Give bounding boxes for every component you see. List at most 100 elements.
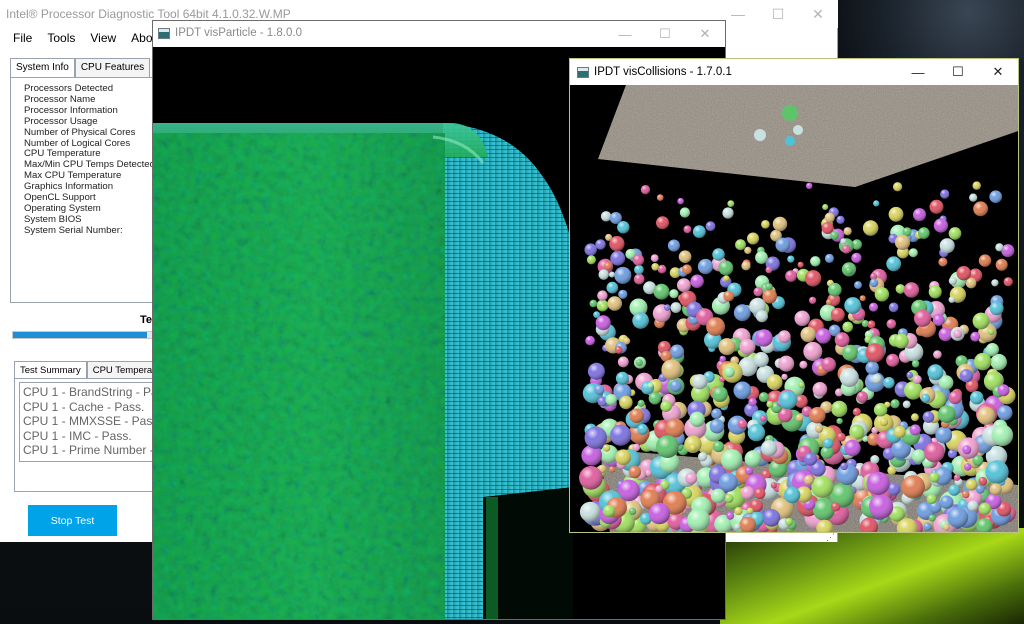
collision-sphere-shading bbox=[655, 485, 663, 493]
minimize-button[interactable]: — bbox=[898, 59, 938, 85]
collision-sphere-shading bbox=[921, 393, 931, 403]
collision-sphere-shading bbox=[908, 248, 918, 258]
collision-sphere-shading bbox=[600, 211, 612, 222]
menu-file[interactable]: File bbox=[0, 28, 41, 48]
collision-sphere-shading bbox=[933, 218, 948, 233]
collision-sphere-shading bbox=[859, 295, 866, 302]
collision-sphere-shading bbox=[940, 189, 950, 199]
collision-sphere-shading bbox=[746, 507, 754, 514]
collision-sphere-shading bbox=[997, 384, 1010, 397]
collision-sphere-shading bbox=[718, 260, 734, 276]
collision-sphere-shading bbox=[842, 344, 859, 361]
maximize-button[interactable]: ☐ bbox=[645, 21, 685, 47]
collision-sphere-shading bbox=[744, 450, 762, 468]
collision-sphere-shading bbox=[852, 407, 861, 416]
menu-tools[interactable]: Tools bbox=[41, 28, 84, 48]
collision-sphere-shading bbox=[822, 438, 834, 449]
viscollisions-title-bar[interactable]: IPDT visCollisions - 1.7.0.1 — ☐ ✕ bbox=[570, 59, 1018, 85]
close-button[interactable]: ✕ bbox=[978, 59, 1018, 85]
collision-sphere-shading bbox=[692, 374, 708, 390]
collision-sphere-shading bbox=[869, 278, 879, 288]
collision-sphere-shading bbox=[947, 506, 969, 528]
maximize-button[interactable]: ☐ bbox=[758, 0, 798, 28]
collision-sphere-shading bbox=[798, 381, 805, 389]
collision-sphere-shading bbox=[706, 317, 725, 336]
collision-sphere-shading bbox=[997, 405, 1013, 421]
collision-sphere bbox=[793, 125, 803, 135]
collision-sphere-shading bbox=[901, 475, 925, 499]
collision-sphere-shading bbox=[911, 449, 926, 463]
collision-sphere-shading bbox=[948, 276, 957, 285]
collision-sphere-shading bbox=[712, 441, 725, 453]
minimize-button[interactable]: — bbox=[605, 21, 645, 47]
collision-sphere-shading bbox=[836, 215, 845, 224]
collision-sphere-shading bbox=[677, 197, 684, 205]
collision-sphere-shading bbox=[811, 475, 834, 498]
collision-sphere-shading bbox=[595, 315, 611, 331]
collision-sphere-shading bbox=[632, 254, 644, 266]
collision-sphere-shading bbox=[948, 484, 960, 496]
collision-sphere-shading bbox=[830, 307, 845, 322]
collision-sphere-shading bbox=[888, 302, 899, 313]
test-progress-fill bbox=[13, 332, 148, 338]
collision-sphere-shading bbox=[735, 239, 746, 251]
collision-sphere-shading bbox=[760, 415, 767, 422]
collision-sphere-shading bbox=[969, 193, 978, 202]
collision-sphere-shading bbox=[871, 374, 882, 384]
collision-sphere-shading bbox=[633, 273, 645, 285]
collision-sphere-shading bbox=[989, 483, 1002, 496]
sysinfo-label: Processor Usage bbox=[24, 115, 98, 127]
collision-sphere bbox=[785, 136, 795, 146]
collision-sphere-shading bbox=[821, 357, 836, 372]
collision-sphere-shading bbox=[726, 511, 735, 520]
collision-sphere-shading bbox=[677, 278, 691, 292]
visparticle-title-bar[interactable]: IPDT visParticle - 1.8.0.0 — ☐ ✕ bbox=[153, 21, 725, 47]
tab-system-info[interactable]: System Info bbox=[10, 58, 75, 78]
collision-sphere-shading bbox=[690, 274, 704, 288]
collision-sphere-shading bbox=[961, 490, 970, 499]
collision-sphere-shading bbox=[799, 360, 808, 369]
test-summary-listbox[interactable]: CPU 1 - BrandString - Pass. CPU 1 - Cache… bbox=[19, 382, 169, 462]
test-summary-panel: CPU 1 - BrandString - Pass. CPU 1 - Cache… bbox=[14, 378, 174, 492]
collision-sphere-shading bbox=[903, 282, 920, 298]
test-progress-bar bbox=[12, 331, 172, 339]
collision-sphere-shading bbox=[962, 445, 972, 455]
menu-view[interactable]: View bbox=[84, 28, 125, 48]
collision-sphere-shading bbox=[634, 264, 644, 275]
collision-sphere-shading bbox=[854, 281, 862, 289]
collision-sphere-shading bbox=[656, 216, 669, 230]
resize-grip-icon[interactable]: ⋰ bbox=[826, 532, 838, 542]
stop-test-button[interactable]: Stop Test bbox=[28, 505, 117, 536]
collision-sphere-shading bbox=[733, 381, 752, 400]
collision-sphere-shading bbox=[748, 397, 757, 407]
collision-sphere-shading bbox=[747, 232, 759, 245]
collision-sphere-shading bbox=[765, 266, 773, 274]
collision-sphere-shading bbox=[824, 253, 834, 263]
collision-sphere-shading bbox=[869, 494, 894, 519]
collision-sphere-shading bbox=[629, 507, 637, 515]
collision-sphere-shading bbox=[991, 424, 1014, 447]
maximize-button[interactable]: ☐ bbox=[938, 59, 978, 85]
test-summary-item: CPU 1 - BrandString - Pass. bbox=[23, 385, 169, 399]
collision-sphere-shading bbox=[888, 206, 904, 222]
collision-sphere-shading bbox=[586, 255, 596, 265]
collision-sphere-shading bbox=[734, 507, 743, 516]
test-summary-item: CPU 1 - Cache - Pass. bbox=[23, 399, 145, 414]
collision-sphere-shading bbox=[665, 418, 685, 438]
collision-sphere-shading bbox=[765, 283, 773, 291]
system-info-panel: Processors Detected Processor Name Process… bbox=[10, 77, 170, 303]
tab-cpu-features[interactable]: CPU Features bbox=[74, 58, 151, 77]
close-button[interactable]: ✕ bbox=[798, 0, 838, 28]
collision-sphere-shading bbox=[778, 355, 795, 372]
collision-sphere-shading bbox=[635, 359, 643, 367]
collision-sphere-shading bbox=[834, 332, 850, 348]
collision-sphere-shading bbox=[989, 190, 1002, 203]
collision-sphere-shading bbox=[803, 452, 818, 466]
collision-sphere-shading bbox=[605, 394, 617, 406]
collision-sphere-shading bbox=[938, 257, 948, 267]
collision-sphere-shading bbox=[723, 290, 735, 302]
collision-sphere-shading bbox=[585, 335, 595, 346]
collision-sphere-shading bbox=[879, 417, 889, 427]
close-button[interactable]: ✕ bbox=[685, 21, 725, 47]
desktop-background-tent bbox=[720, 528, 1024, 624]
